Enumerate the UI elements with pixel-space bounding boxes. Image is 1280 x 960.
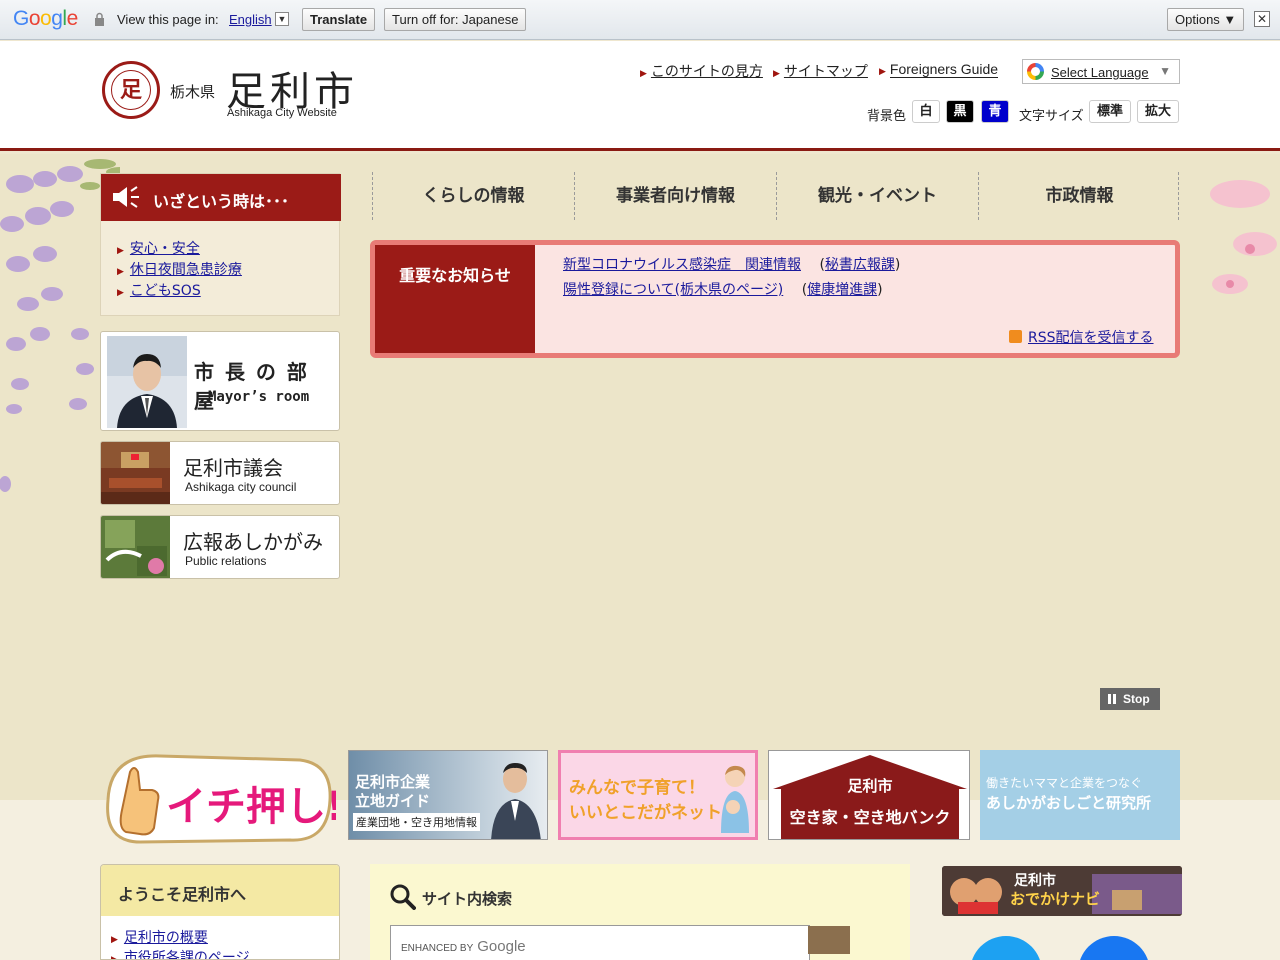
site-header: 足 栃木県 足利市 Ashikaga City Website ▶ このサイトの見… [0, 41, 1280, 151]
link-site-guide[interactable]: ▶ このサイトの見方 [640, 61, 763, 81]
font-large-button[interactable]: 拡大 [1137, 100, 1179, 123]
welcome-box: ようこそ足利市へ ▶ 足利市の概要 ▶ 市役所各課のページ [100, 864, 340, 960]
emergency-item-clinic[interactable]: ▶ 休日夜間急患診療 [117, 259, 242, 280]
site-search-panel: サイト内検索 ENHANCED BY Google [370, 864, 910, 960]
rss-link-container: RSS配信を受信する [1009, 327, 1154, 347]
close-icon[interactable]: ✕ [1254, 11, 1270, 27]
council-chamber-photo [101, 442, 170, 504]
font-size-label: 文字サイズ [1019, 109, 1084, 124]
notice-link-positive-registration[interactable]: 陽性登録について(栃木県のページ) [563, 282, 783, 298]
public-relations-banner[interactable]: 広報あしかがみ Public relations [100, 515, 340, 579]
language-link[interactable]: English [229, 12, 272, 27]
ichioshi-banner[interactable]: イチ押し! [100, 750, 336, 846]
options-button[interactable]: Options ▼ [1167, 8, 1245, 31]
search-icon [390, 884, 416, 910]
cherry-blossom-decoration [1210, 180, 1277, 294]
city-seal-logo[interactable]: 足 [102, 61, 160, 119]
notice-title: 重要なお知らせ [375, 245, 535, 353]
childcare-network-banner[interactable]: みんなで子育て！ いいとこだがネット [558, 750, 758, 840]
search-title: サイト内検索 [422, 890, 513, 908]
welcome-title: ようこそ足利市へ [101, 865, 339, 916]
google-logo: Google [13, 7, 78, 30]
slideshow-stop-button[interactable]: Stop [1100, 688, 1160, 710]
search-button[interactable] [808, 926, 850, 954]
bg-black-button[interactable]: 黒 [946, 100, 974, 123]
notice-link-covid[interactable]: 新型コロナウイルス感染症 関連情報 [563, 257, 801, 273]
businessman-image [491, 763, 541, 839]
work-research-banner[interactable]: 働きたいママと企業をつなぐ あしかがおしごと研究所 [980, 750, 1180, 840]
main-navigation: くらしの情報 事業者向け情報 観光・イベント 市政情報 [370, 172, 1180, 220]
background-color-label: 背景色 [867, 109, 907, 124]
ichioshi-text: イチ押し! [166, 784, 336, 830]
megaphone-icon [113, 186, 139, 208]
nav-divider [1178, 172, 1179, 220]
magazine-cover-image [101, 516, 170, 578]
emergency-item-kids-sos[interactable]: ▶ こどもSOS [117, 280, 242, 301]
google-g-icon [1027, 63, 1044, 80]
nav-city-government[interactable]: 市政情報 [978, 172, 1180, 220]
nav-living-info[interactable]: くらしの情報 [372, 172, 574, 220]
dept-link-health[interactable]: 健康増進課 [807, 282, 877, 298]
city-english-name: Ashikaga City Website [227, 107, 337, 119]
search-input[interactable]: ENHANCED BY Google [390, 925, 810, 960]
emergency-item-safety[interactable]: ▶ 安心・安全 [117, 238, 242, 259]
dept-link-secretary[interactable]: 秘書広報課 [825, 257, 895, 273]
nav-business-info[interactable]: 事業者向け情報 [574, 172, 776, 220]
emergency-header: いざという時は･･･ [101, 174, 341, 221]
mother-child-illustration [721, 765, 749, 833]
emergency-box: いざという時は･･･ ▶ 安心・安全 ▶ 休日夜間急患診療 ▶ こどもSOS [100, 173, 341, 316]
vacant-house-bank-banner[interactable]: 足利市 空き家・空き地バンク [768, 750, 970, 840]
chevron-down-icon[interactable]: ▼ [275, 12, 289, 26]
important-notice-box: 重要なお知らせ 新型コロナウイルス感染症 関連情報 (秘書広報課) 陽性登録につ… [370, 240, 1180, 358]
prefecture-label: 栃木県 [170, 83, 216, 101]
odekake-navi-banner[interactable]: 足利市 おでかけナビ [942, 866, 1182, 916]
notice-item-positive-registration: 陽性登録について(栃木県のページ) (健康増進課) [563, 282, 883, 298]
font-standard-button[interactable]: 標準 [1089, 100, 1131, 123]
lock-icon [95, 12, 104, 26]
notice-item-covid: 新型コロナウイルス感染症 関連情報 (秘書広報課) [563, 257, 901, 273]
translate-bar: Google View this page in: English ▼ Tran… [0, 0, 1280, 40]
bg-blue-button[interactable]: 青 [981, 100, 1009, 123]
rss-link[interactable]: RSS配信を受信する [1028, 330, 1154, 346]
city-council-banner[interactable]: 足利市議会 Ashikaga city council [100, 441, 340, 505]
emergency-list: ▶ 安心・安全 ▶ 休日夜間急患診療 ▶ こどもSOS [117, 238, 242, 301]
link-foreigners-guide[interactable]: ▶ Foreigners Guide [879, 61, 999, 78]
pause-icon [1108, 694, 1116, 704]
nav-tourism-events[interactable]: 観光・イベント [776, 172, 978, 220]
select-language-dropdown[interactable]: Select Language ▼ [1022, 59, 1180, 84]
mayor-room-banner[interactable]: 市 長 の 部 屋 Mayor’s room [100, 331, 340, 431]
rss-icon [1009, 330, 1022, 343]
welcome-item-overview[interactable]: ▶ 足利市の概要 [111, 927, 250, 947]
translate-button[interactable]: Translate [302, 8, 376, 31]
welcome-item-departments[interactable]: ▶ 市役所各課のページ [111, 947, 250, 959]
bg-white-button[interactable]: 白 [912, 100, 940, 123]
turn-off-button[interactable]: Turn off for: Japanese [384, 8, 527, 31]
chevron-down-icon: ▼ [1159, 64, 1171, 78]
view-page-label: View this page in: [117, 12, 219, 27]
link-sitemap[interactable]: ▶ サイトマップ [773, 61, 868, 81]
mayor-photo [107, 336, 187, 428]
welcome-list: ▶ 足利市の概要 ▶ 市役所各課のページ [111, 927, 250, 959]
business-location-guide-banner[interactable]: 足利市企業 立地ガイド 産業団地・空き用地情報 [348, 750, 548, 840]
